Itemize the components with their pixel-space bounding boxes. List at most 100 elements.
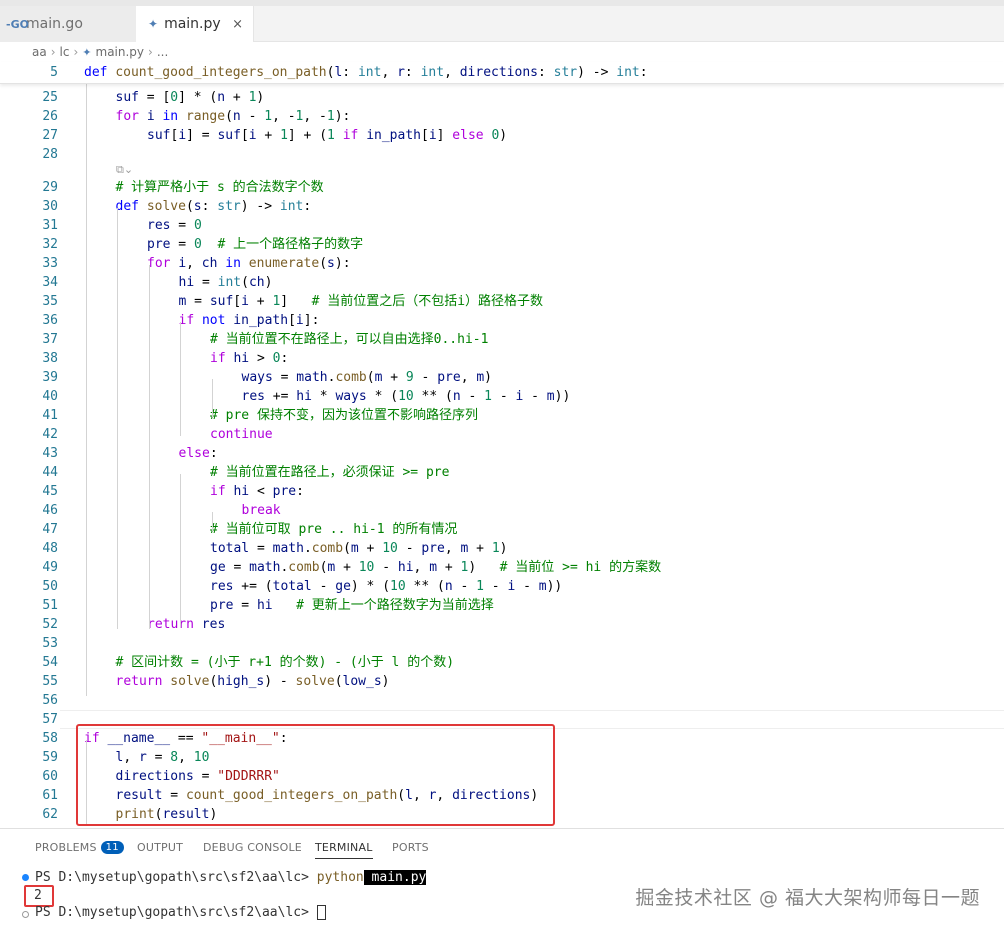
terminal-prompt: PS D:\mysetup\gopath\src\sf2\aa\lc> bbox=[35, 905, 317, 920]
code-token: ch bbox=[201, 256, 218, 271]
code-line[interactable]: 35 m = suf[i + 1] # 当前位置之后（不包括i）路径格子数 bbox=[0, 292, 1004, 311]
line-number: 51 bbox=[42, 598, 58, 613]
line-number: 27 bbox=[42, 128, 58, 143]
sticky-scroll-header[interactable]: 5 def count_good_integers_on_path(l: int… bbox=[0, 62, 1004, 84]
code-line[interactable]: 45 if hi < pre: bbox=[0, 482, 1004, 501]
code-line[interactable]: 40 res += hi * ways * (10 ** (n - 1 - i -… bbox=[0, 387, 1004, 406]
tab-main-py[interactable]: ✦ main.py × bbox=[136, 6, 254, 42]
code-token: - bbox=[413, 370, 438, 385]
code-line[interactable]: 55 return solve(high_s) - solve(low_s) bbox=[0, 672, 1004, 691]
code-line[interactable]: 31 res = 0 bbox=[0, 216, 1004, 235]
code-editor[interactable]: 5 def count_good_integers_on_path(l: int… bbox=[0, 62, 1004, 826]
tab-problems[interactable]: PROBLEMS 11 bbox=[35, 841, 124, 855]
code-token: ( bbox=[366, 370, 375, 385]
breadcrumb-file[interactable]: main.py bbox=[96, 45, 145, 59]
code-token: int bbox=[616, 65, 640, 80]
code-line[interactable]: 42 continue bbox=[0, 425, 1004, 444]
code-text: for i, ch in enumerate(s): bbox=[147, 254, 351, 273]
tab-main-go[interactable]: ‑GO main.go bbox=[0, 6, 136, 42]
tab-output[interactable]: OUTPUT bbox=[137, 841, 183, 854]
code-line[interactable]: 47 # 当前位可取 pre .. hi-1 的所有情况 bbox=[0, 520, 1004, 539]
code-token: # 更新上一个路径数字为当前选择 bbox=[296, 598, 494, 613]
code-line[interactable]: 50 res += (total - ge) * (10 ** (n - 1 - … bbox=[0, 577, 1004, 596]
code-line[interactable]: 32 pre = 0 # 上一个路径格子的数字 bbox=[0, 235, 1004, 254]
code-token: - bbox=[460, 389, 485, 404]
code-line[interactable]: 48 total = math.comb(m + 10 - pre, m + 1) bbox=[0, 539, 1004, 558]
breadcrumb-folder-lc[interactable]: lc bbox=[60, 45, 70, 59]
code-token: if bbox=[210, 484, 226, 499]
code-line[interactable]: 49 ge = math.comb(m + 10 - hi, m + 1) # 当… bbox=[0, 558, 1004, 577]
command-success-dot-icon[interactable] bbox=[22, 874, 29, 881]
line-number: 59 bbox=[42, 750, 58, 765]
codelens-copilot-icon[interactable]: ⧉⌄ bbox=[116, 163, 133, 177]
code-token: 1 bbox=[327, 128, 335, 143]
code-line[interactable]: 53 bbox=[0, 634, 1004, 653]
code-line[interactable]: 27 suf[i] = suf[i + 1] + (1 if in_path[i]… bbox=[0, 126, 1004, 145]
line-number: 31 bbox=[42, 218, 58, 233]
code-token: ) bbox=[468, 560, 500, 575]
breadcrumb-symbol[interactable]: ... bbox=[157, 45, 168, 59]
code-line[interactable]: 28 bbox=[0, 145, 1004, 164]
code-token: total bbox=[272, 579, 312, 594]
code-line[interactable]: 41 # pre 保持不变，因为该位置不影响路径序列 bbox=[0, 406, 1004, 425]
code-line[interactable]: 37 # 当前位置不在路径上，可以自由选择0..hi-1 bbox=[0, 330, 1004, 349]
code-token: directions bbox=[459, 65, 538, 80]
tab-terminal[interactable]: TERMINAL bbox=[315, 841, 373, 859]
code-token: ( bbox=[319, 256, 328, 271]
line-number: 58 bbox=[42, 731, 58, 746]
code-token: ge bbox=[210, 560, 226, 575]
code-line[interactable]: 39 ways = math.comb(m + 9 - pre, m) bbox=[0, 368, 1004, 387]
code-line[interactable]: 56 bbox=[0, 691, 1004, 710]
code-text: break bbox=[242, 501, 281, 520]
code-token: , bbox=[413, 560, 430, 575]
code-token: - bbox=[492, 389, 516, 404]
code-line[interactable]: 54 # 区间计数 = (小于 r+1 的个数) - (小于 l 的个数) bbox=[0, 653, 1004, 672]
line-number: 25 bbox=[42, 90, 58, 105]
code-line[interactable]: 29 # 计算严格小于 s 的合法数字个数 bbox=[0, 178, 1004, 197]
code-token: ) * ( bbox=[350, 579, 391, 594]
code-token: - bbox=[240, 109, 265, 124]
indent-guide bbox=[180, 322, 181, 436]
code-token: 1 bbox=[326, 109, 335, 124]
code-line[interactable]: 38 if hi > 0: bbox=[0, 349, 1004, 368]
code-token: hi bbox=[296, 389, 312, 404]
code-line[interactable]: 36 if not in_path[i]: bbox=[0, 311, 1004, 330]
code-line[interactable]: 30 def solve(s: str) -> int: bbox=[0, 197, 1004, 216]
code-line: def count_good_integers_on_path(l: int, … bbox=[84, 63, 648, 82]
code-token: , bbox=[444, 541, 461, 556]
code-text: # 当前位可取 pre .. hi-1 的所有情况 bbox=[210, 520, 457, 539]
code-line[interactable]: 52 return res bbox=[0, 615, 1004, 634]
code-token: res bbox=[210, 579, 234, 594]
code-token: : bbox=[404, 65, 421, 80]
code-text: if hi > 0: bbox=[210, 349, 288, 368]
code-text: m = suf[i + 1] # 当前位置之后（不包括i）路径格子数 bbox=[179, 292, 544, 311]
code-token: 0 bbox=[170, 90, 179, 105]
code-token: n bbox=[232, 109, 241, 124]
code-token: hi bbox=[233, 484, 250, 499]
code-line[interactable]: 26 for i in range(n - 1, -1, -1): bbox=[0, 107, 1004, 126]
code-line[interactable]: 46 break bbox=[0, 501, 1004, 520]
breadcrumb-folder-aa[interactable]: aa bbox=[32, 45, 47, 59]
terminal-line-2[interactable]: PS D:\mysetup\gopath\src\sf2\aa\lc> bbox=[35, 905, 326, 920]
code-line[interactable]: 25 suf = [0] * (n + 1) bbox=[0, 88, 1004, 107]
code-line[interactable]: 44 # 当前位置在路径上，必须保证 >= pre bbox=[0, 463, 1004, 482]
code-line[interactable]: 33 for i, ch in enumerate(s): bbox=[0, 254, 1004, 273]
code-token: enumerate bbox=[248, 256, 320, 271]
code-text: # 区间计数 = (小于 r+1 的个数) - (小于 l 的个数) bbox=[116, 653, 455, 672]
code-token: in bbox=[225, 256, 241, 271]
code-line[interactable]: 43 else: bbox=[0, 444, 1004, 463]
close-icon[interactable]: × bbox=[232, 17, 243, 32]
code-line[interactable]: 51 pre = hi # 更新上一个路径数字为当前选择 bbox=[0, 596, 1004, 615]
code-line[interactable]: 34 hi = int(ch) bbox=[0, 273, 1004, 292]
tab-ports[interactable]: PORTS bbox=[392, 841, 429, 854]
code-token: return bbox=[147, 617, 194, 632]
tab-debug-console[interactable]: DEBUG CONSOLE bbox=[203, 841, 302, 854]
code-token: n bbox=[452, 389, 461, 404]
code-token: 1 bbox=[280, 128, 288, 143]
line-number: 29 bbox=[42, 180, 58, 195]
code-token: break bbox=[241, 503, 281, 518]
code-token: ) bbox=[484, 370, 492, 385]
indent-guide bbox=[212, 512, 213, 531]
